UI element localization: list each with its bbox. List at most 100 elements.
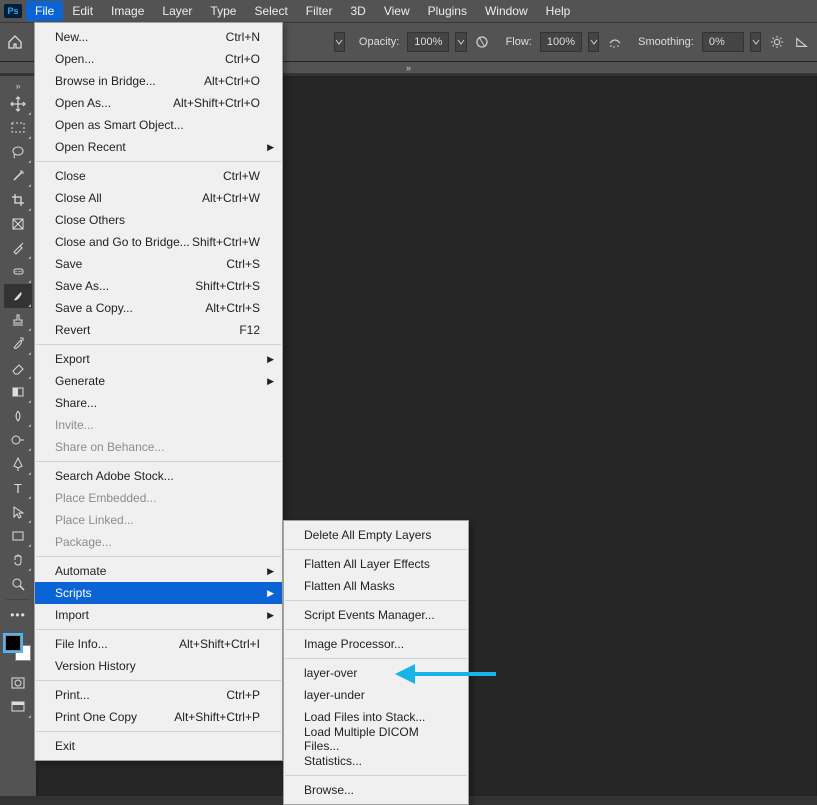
screen-mode-icon[interactable] (4, 695, 32, 719)
zoom-tool[interactable] (4, 572, 32, 596)
submenu-arrow-icon: ▶ (267, 376, 274, 387)
rectangle-tool[interactable] (4, 524, 32, 548)
color-swatches[interactable] (3, 633, 33, 663)
file-menu-item[interactable]: Version History (35, 655, 282, 677)
stamp-tool[interactable] (4, 308, 32, 332)
scripts-menu-item[interactable]: Script Events Manager... (284, 604, 468, 626)
angle-icon[interactable] (792, 32, 811, 52)
menu-item-label: Image Processor... (304, 637, 404, 651)
file-menu-item[interactable]: Close and Go to Bridge...Shift+Ctrl+W (35, 231, 282, 253)
menu-window[interactable]: Window (476, 1, 537, 21)
lasso-tool[interactable] (4, 140, 32, 164)
menu-type[interactable]: Type (201, 1, 245, 21)
marquee-tool[interactable] (4, 116, 32, 140)
pen-tool[interactable] (4, 452, 32, 476)
menu-item-label: Invite... (55, 418, 94, 432)
file-menu-item[interactable]: CloseCtrl+W (35, 165, 282, 187)
file-menu-item[interactable]: SaveCtrl+S (35, 253, 282, 275)
file-menu-item[interactable]: Open...Ctrl+O (35, 48, 282, 70)
menu-filter[interactable]: Filter (297, 1, 342, 21)
file-menu-item[interactable]: File Info...Alt+Shift+Ctrl+I (35, 633, 282, 655)
file-menu-item[interactable]: RevertF12 (35, 319, 282, 341)
flow-dropdown[interactable] (588, 32, 599, 52)
scripts-menu-item[interactable]: Browse... (284, 779, 468, 801)
file-menu-item[interactable]: Exit (35, 735, 282, 757)
file-menu-item[interactable]: Import▶ (35, 604, 282, 626)
opacity-dropdown[interactable] (455, 32, 466, 52)
home-icon[interactable] (6, 32, 25, 52)
crop-tool[interactable] (4, 188, 32, 212)
shortcut: Alt+Ctrl+O (204, 74, 260, 88)
menu-item-label: Exit (55, 739, 75, 753)
airbrush-icon[interactable] (605, 32, 624, 52)
file-menu-item[interactable]: Export▶ (35, 348, 282, 370)
gradient-tool[interactable] (4, 380, 32, 404)
separator (36, 680, 281, 681)
file-menu-item[interactable]: Open Recent▶ (35, 136, 282, 158)
opacity-value[interactable]: 100% (407, 32, 449, 52)
file-menu-item[interactable]: Print...Ctrl+P (35, 684, 282, 706)
menu-view[interactable]: View (375, 1, 419, 21)
file-menu-item[interactable]: Scripts▶ (35, 582, 282, 604)
hand-tool[interactable] (4, 548, 32, 572)
path-selection-tool[interactable] (4, 500, 32, 524)
file-menu-item[interactable]: Generate▶ (35, 370, 282, 392)
separator (285, 775, 467, 776)
shortcut: Ctrl+S (226, 257, 260, 271)
mode-dropdown[interactable] (334, 32, 345, 52)
tool-collapse-icon[interactable]: » (0, 80, 36, 92)
menu-image[interactable]: Image (102, 1, 153, 21)
file-menu-item[interactable]: Open As...Alt+Shift+Ctrl+O (35, 92, 282, 114)
smoothing-label: Smoothing: (638, 36, 694, 48)
eraser-tool[interactable] (4, 356, 32, 380)
brush-tool[interactable] (4, 284, 32, 308)
scripts-menu-item[interactable]: Statistics... (284, 750, 468, 772)
separator (285, 658, 467, 659)
frame-tool[interactable] (4, 212, 32, 236)
menu-item-label: layer-over (304, 666, 357, 680)
file-menu-item[interactable]: Close AllAlt+Ctrl+W (35, 187, 282, 209)
blur-tool[interactable] (4, 404, 32, 428)
menu-help[interactable]: Help (537, 1, 580, 21)
move-tool[interactable] (4, 92, 32, 116)
menu-item-label: Close and Go to Bridge... (55, 235, 190, 249)
quick-mask-icon[interactable] (4, 671, 32, 695)
scripts-menu-item[interactable]: Delete All Empty Layers (284, 524, 468, 546)
scripts-menu-item[interactable]: layer-under (284, 684, 468, 706)
healing-tool[interactable] (4, 260, 32, 284)
file-menu-item[interactable]: Search Adobe Stock... (35, 465, 282, 487)
magic-wand-tool[interactable] (4, 164, 32, 188)
foreground-color-swatch[interactable] (5, 635, 21, 651)
menu-3d[interactable]: 3D (341, 1, 374, 21)
menu-edit[interactable]: Edit (63, 1, 102, 21)
scripts-menu-item[interactable]: Flatten All Masks (284, 575, 468, 597)
file-menu-item[interactable]: Save As...Shift+Ctrl+S (35, 275, 282, 297)
scripts-menu-item[interactable]: Flatten All Layer Effects (284, 553, 468, 575)
gear-icon[interactable] (767, 32, 786, 52)
shortcut: Ctrl+W (223, 169, 260, 183)
eyedropper-tool[interactable] (4, 236, 32, 260)
file-menu-item[interactable]: Save a Copy...Alt+Ctrl+S (35, 297, 282, 319)
scripts-menu-item[interactable]: Load Multiple DICOM Files... (284, 728, 468, 750)
file-menu-item[interactable]: Open as Smart Object... (35, 114, 282, 136)
file-menu-item[interactable]: Close Others (35, 209, 282, 231)
edit-toolbar-icon[interactable]: ••• (4, 603, 32, 627)
menu-select[interactable]: Select (245, 1, 296, 21)
file-menu-item[interactable]: New...Ctrl+N (35, 26, 282, 48)
dodge-tool[interactable] (4, 428, 32, 452)
pressure-opacity-icon[interactable] (473, 32, 492, 52)
menu-file[interactable]: File (26, 1, 63, 21)
flow-value[interactable]: 100% (540, 32, 582, 52)
file-menu-item[interactable]: Share... (35, 392, 282, 414)
smoothing-dropdown[interactable] (750, 32, 761, 52)
smoothing-value[interactable]: 0% (702, 32, 744, 52)
submenu-arrow-icon: ▶ (267, 142, 274, 153)
history-brush-tool[interactable] (4, 332, 32, 356)
file-menu-item[interactable]: Browse in Bridge...Alt+Ctrl+O (35, 70, 282, 92)
file-menu-item[interactable]: Print One CopyAlt+Shift+Ctrl+P (35, 706, 282, 728)
scripts-menu-item[interactable]: Image Processor... (284, 633, 468, 655)
menu-layer[interactable]: Layer (153, 1, 201, 21)
menu-plugins[interactable]: Plugins (419, 1, 476, 21)
file-menu-item[interactable]: Automate▶ (35, 560, 282, 582)
type-tool[interactable]: T (4, 476, 32, 500)
